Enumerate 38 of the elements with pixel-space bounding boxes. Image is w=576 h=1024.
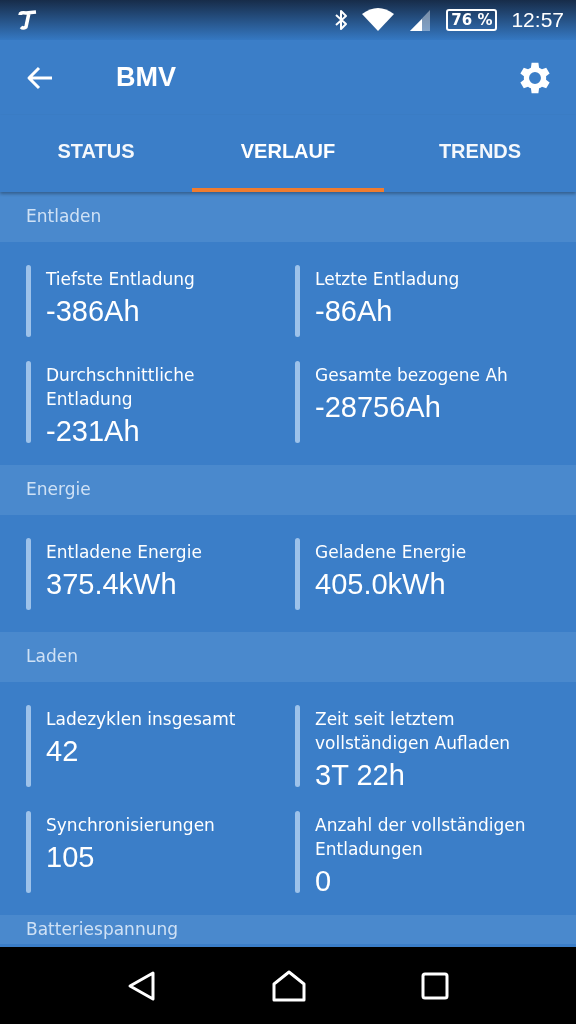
section-header: Entladen [0,192,576,242]
signal-icon [408,8,433,32]
clock: 12:57 [511,8,564,32]
tab[interactable]: TRENDS [384,115,576,192]
stat-label: Gesamte bezogene Ah [315,364,508,387]
stat-value: -386Ah [46,294,141,329]
app-title: BMV [116,62,176,93]
stat-value: 0 [315,864,333,899]
settings-icon[interactable] [518,60,552,95]
tab[interactable]: STATUS [0,115,192,192]
accent-bar [295,538,300,610]
stat-value: -28756Ah [315,390,442,425]
stat-value: 42 [46,734,80,769]
stat-value: -86Ah [315,294,394,329]
stat-label: Entladene Energie [46,541,202,564]
wifi-icon [362,8,395,32]
stat-value: 3T 22h [315,758,406,793]
section-header: Batteriespannung [0,915,576,944]
stat-label: Durchschnittliche Entladung [46,364,196,411]
bluetooth-icon [334,9,349,31]
stat-label: Zeit seit letztem vollständigen Aufladen [315,708,512,755]
section-header: Energie [0,465,576,515]
stat-value: 405.0kWh [315,567,447,602]
stat-label: Tiefste Entladung [46,268,195,291]
stat-label: Ladezyklen insgesamt [46,708,236,731]
accent-bar [26,538,31,610]
accent-bar [295,265,300,337]
stat-label: Geladene Energie [315,541,467,564]
battery-indicator: 76 % [446,9,498,31]
stat-value: 375.4kWh [46,567,178,602]
app-logo-icon [18,10,38,30]
stat-label: Synchronisierungen [46,814,215,837]
stat-value: -231Ah [46,414,141,449]
stat-label: Anzahl der vollständigen Entladungen [315,814,527,861]
accent-bar [26,265,31,337]
section-header: Laden [0,632,576,682]
stat-value: 105 [46,840,96,875]
stat-label: Letzte Entladung [315,268,460,291]
